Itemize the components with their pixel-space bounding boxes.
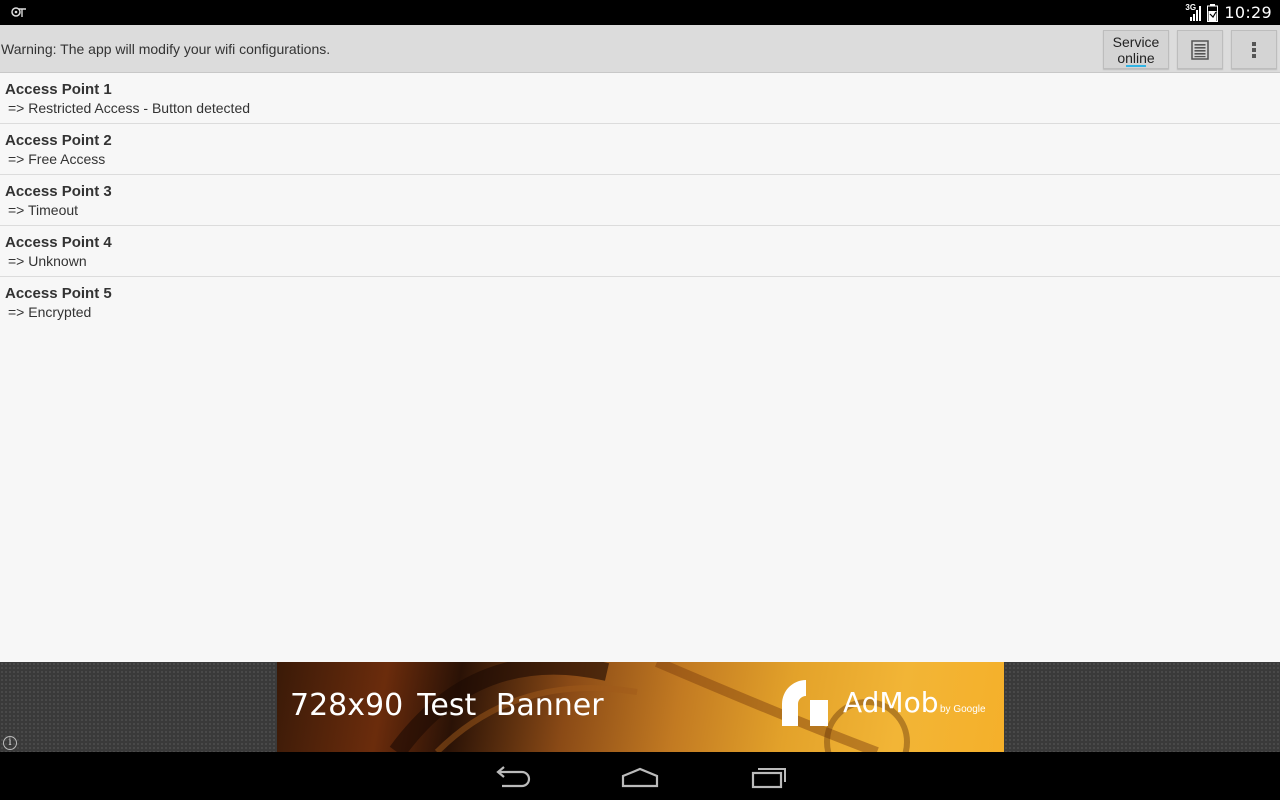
access-point-name: Access Point 4 xyxy=(5,234,112,251)
admob-logo-icon xyxy=(782,680,828,726)
access-point-item[interactable]: Access Point 1 => Restricted Access - Bu… xyxy=(0,73,1280,124)
access-point-name: Access Point 1 xyxy=(5,81,112,98)
action-bar: Warning: The app will modify your wifi c… xyxy=(0,25,1280,73)
service-label: Service xyxy=(1112,34,1160,50)
access-point-item[interactable]: Access Point 2 => Free Access xyxy=(0,124,1280,175)
access-point-item[interactable]: Access Point 5 => Encrypted xyxy=(0,277,1280,328)
access-point-status: => Unknown xyxy=(8,253,87,269)
access-point-status: => Free Access xyxy=(8,151,106,167)
ad-info-icon[interactable]: i xyxy=(3,736,17,750)
admob-brand: AdMob xyxy=(843,686,939,719)
access-point-name: Access Point 2 xyxy=(5,132,112,149)
access-point-name: Access Point 3 xyxy=(5,183,112,200)
access-point-item[interactable]: Access Point 3 => Timeout xyxy=(0,175,1280,226)
overflow-menu-icon xyxy=(1252,41,1256,58)
warning-text: Warning: The app will modify your wifi c… xyxy=(1,41,331,57)
log-button[interactable] xyxy=(1177,30,1223,69)
access-point-name: Access Point 5 xyxy=(5,285,112,302)
screen: 3G 10:29 Warning: The app will modify yo… xyxy=(0,0,1280,800)
overflow-menu-button[interactable] xyxy=(1231,30,1277,69)
admob-by-google: by Google xyxy=(940,704,986,715)
wifi-notification-icon xyxy=(11,7,26,17)
back-icon[interactable] xyxy=(492,764,532,790)
signal-icon: 3G xyxy=(1185,3,1202,22)
clock: 10:29 xyxy=(1224,3,1272,22)
navigation-bar xyxy=(0,752,1280,800)
ad-banner[interactable]: 728x90 Test Banner AdMob by Google xyxy=(277,662,1004,752)
access-point-item[interactable]: Access Point 4 => Unknown xyxy=(0,226,1280,277)
status-icons: 3G 10:29 xyxy=(1185,0,1272,25)
battery-icon xyxy=(1207,3,1219,22)
ad-banner-label: Test Banner xyxy=(417,688,604,723)
ad-size-label: 728x90 xyxy=(290,688,404,723)
access-point-status: => Restricted Access - Button detected xyxy=(8,100,251,116)
service-status-button[interactable]: Service online xyxy=(1103,30,1169,69)
access-point-list: Access Point 1 => Restricted Access - Bu… xyxy=(0,73,1280,328)
service-state-label: online xyxy=(1117,50,1155,66)
access-point-status: => Timeout xyxy=(8,202,79,218)
ad-area: 728x90 Test Banner AdMob by Google i xyxy=(0,662,1280,752)
ad-banner-text: 728x90 Test Banner xyxy=(290,688,604,723)
status-bar: 3G 10:29 xyxy=(0,0,1280,25)
home-icon[interactable] xyxy=(620,764,660,790)
access-point-status: => Encrypted xyxy=(8,304,92,320)
log-list-icon xyxy=(1191,39,1209,60)
recents-icon[interactable] xyxy=(749,764,789,790)
